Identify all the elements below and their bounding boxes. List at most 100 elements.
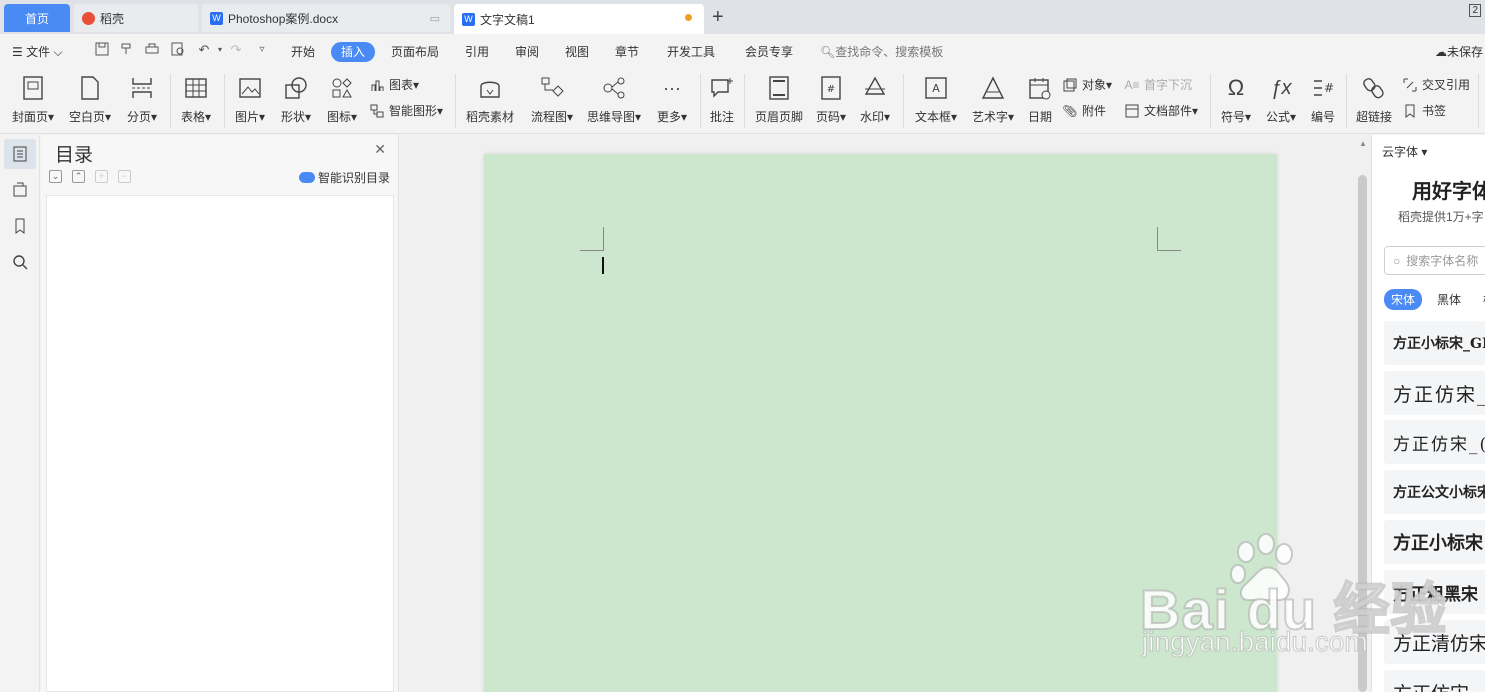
object-label: 对象 bbox=[1082, 78, 1107, 92]
tab-home[interactable]: 首页 bbox=[4, 4, 70, 32]
font-search-input[interactable]: ○ 搜索字体名称 bbox=[1384, 246, 1485, 275]
shape-button[interactable]: 形状▾ bbox=[278, 74, 314, 125]
scroll-thumb[interactable] bbox=[1358, 175, 1367, 692]
cover-page-button[interactable]: 封面页▾ bbox=[10, 74, 56, 125]
quick-access-more-icon[interactable]: ▿ bbox=[254, 42, 270, 58]
more-button[interactable]: ··· 更多▾ bbox=[654, 74, 690, 125]
header-footer-label: 页眉页脚 bbox=[754, 110, 803, 124]
menu-insert[interactable]: 插入 bbox=[331, 42, 375, 62]
find-icon[interactable] bbox=[4, 247, 36, 277]
font-search-placeholder: 搜索字体名称 bbox=[1406, 254, 1479, 268]
save-icon[interactable] bbox=[94, 42, 110, 58]
textbox-button[interactable]: A 文本框▾ bbox=[912, 74, 960, 125]
font-item[interactable]: 方正小标宋_GB bbox=[1384, 321, 1485, 365]
chapter-nav-icon[interactable] bbox=[4, 175, 36, 205]
cover-page-label: 封面页 bbox=[11, 110, 48, 124]
menu-section[interactable]: 章节 bbox=[615, 43, 639, 60]
cloud-save-status[interactable]: ☁未保存 bbox=[1435, 43, 1483, 60]
font-item[interactable]: 方正仿宋_( bbox=[1384, 420, 1485, 464]
cloud-font-dropdown[interactable]: 云字体 ▾ bbox=[1382, 143, 1427, 160]
font-tab-hei[interactable]: 黑体 bbox=[1430, 289, 1468, 310]
header-footer-button[interactable]: 页眉页脚 bbox=[754, 74, 804, 125]
blank-page-button[interactable]: 空白页▾ bbox=[67, 74, 113, 125]
font-item[interactable]: 方正仿宋_ bbox=[1384, 371, 1485, 415]
font-item[interactable]: 方正小标宋 bbox=[1384, 520, 1485, 564]
new-tab-button[interactable]: + bbox=[712, 6, 724, 28]
unsaved-dot-icon bbox=[685, 14, 692, 21]
numbering-label: 编号 bbox=[1310, 110, 1335, 124]
chart-button[interactable]: 图表 ▾ bbox=[369, 76, 419, 93]
scroll-up-icon[interactable]: ▲ bbox=[1359, 139, 1367, 148]
formula-button[interactable]: ƒx 公式▾ bbox=[1263, 74, 1299, 125]
font-item[interactable]: 方正清仿宋 bbox=[1384, 620, 1485, 664]
table-button[interactable]: 表格▾ bbox=[178, 74, 214, 125]
shape-icon bbox=[278, 74, 314, 102]
doc-parts-button[interactable]: 文档部件 ▾ bbox=[1124, 102, 1198, 119]
menu-start[interactable]: 开始 bbox=[291, 43, 315, 60]
menu-membership[interactable]: 会员专享 bbox=[745, 43, 793, 60]
numbering-button[interactable]: # 编号 bbox=[1308, 74, 1338, 125]
format-painter-icon[interactable] bbox=[118, 42, 134, 58]
print-icon[interactable] bbox=[144, 42, 160, 58]
blank-page-label: 空白页 bbox=[68, 110, 105, 124]
tab-home-label: 首页 bbox=[24, 11, 49, 26]
undo-icon[interactable]: ↶ bbox=[196, 42, 212, 58]
undo-dropdown-icon[interactable]: ▾ bbox=[212, 42, 228, 58]
font-item[interactable]: 方正仿宋 bbox=[1384, 670, 1485, 692]
daoke-material-button[interactable]: 稻壳素材 bbox=[464, 74, 516, 125]
remove-heading-icon[interactable]: − bbox=[118, 170, 131, 183]
tab-photoshop-doc[interactable]: W Photoshop案例.docx ▭ bbox=[202, 4, 450, 32]
wordart-button[interactable]: 艺术字▾ bbox=[969, 74, 1017, 125]
symbol-button[interactable]: Ω 符号▾ bbox=[1218, 74, 1254, 125]
menu-view[interactable]: 视图 bbox=[565, 43, 589, 60]
dropcap-button[interactable]: A≡ 首字下沉 bbox=[1124, 76, 1192, 93]
close-icon[interactable]: ✕ bbox=[374, 141, 386, 158]
cloud-font-panel: 云字体 ▾ 用好字体 稻壳提供1万+字 ○ 搜索字体名称 宋体 黑体 楷 方正小标… bbox=[1371, 135, 1485, 692]
menu-page-layout[interactable]: 页面布局 bbox=[391, 43, 439, 60]
window-count-badge[interactable]: 2 bbox=[1469, 4, 1481, 17]
icon-button[interactable]: 图标▾ bbox=[324, 74, 360, 125]
expand-icon[interactable]: ⌄ bbox=[49, 170, 62, 183]
flowchart-button[interactable]: 流程图▾ bbox=[528, 74, 576, 125]
tab-current-doc[interactable]: W 文字文稿1 bbox=[454, 4, 704, 34]
collapse-icon[interactable]: ⌃ bbox=[72, 170, 85, 183]
bookmark-button[interactable]: 书签 bbox=[1402, 102, 1446, 119]
watermark-button[interactable]: 水印▾ bbox=[857, 74, 893, 125]
vertical-scrollbar[interactable]: ▲ bbox=[1355, 135, 1371, 692]
menu-review[interactable]: 审阅 bbox=[515, 43, 539, 60]
bookmark-pane-icon[interactable] bbox=[4, 211, 36, 241]
page-number-button[interactable]: # 页码▾ bbox=[814, 74, 848, 125]
chart-icon bbox=[369, 77, 385, 93]
symbol-label: 符号 bbox=[1220, 110, 1245, 124]
outline-view-icon[interactable] bbox=[4, 139, 36, 169]
cross-reference-button[interactable]: 交叉引用 bbox=[1402, 76, 1470, 93]
font-item[interactable]: 方正粗黑宋 bbox=[1384, 570, 1485, 614]
attachment-button[interactable]: 📎︎ 附件 bbox=[1062, 102, 1106, 119]
document-page[interactable] bbox=[484, 154, 1277, 692]
icon-label: 图标 bbox=[326, 110, 351, 124]
tab-daoke[interactable]: 稻壳 bbox=[74, 4, 198, 32]
font-tab-kai[interactable]: 楷 bbox=[1476, 289, 1485, 310]
object-button[interactable]: 对象 ▾ bbox=[1062, 76, 1112, 93]
page-break-button[interactable]: 分页▾ bbox=[124, 74, 160, 125]
font-tab-song[interactable]: 宋体 bbox=[1384, 289, 1423, 310]
mindmap-button[interactable]: 思维导图▾ bbox=[585, 74, 643, 125]
add-heading-icon[interactable]: + bbox=[95, 170, 108, 183]
font-item[interactable]: 方正公文小标宋 bbox=[1384, 470, 1485, 514]
redo-icon[interactable]: ↷ bbox=[228, 42, 244, 58]
menu-references[interactable]: 引用 bbox=[465, 43, 489, 60]
menu-developer[interactable]: 开发工具 bbox=[667, 43, 715, 60]
file-menu[interactable]: ☰ 文件 ⌵ bbox=[12, 43, 63, 60]
picture-button[interactable]: 图片▾ bbox=[232, 74, 268, 125]
print-preview-icon[interactable] bbox=[170, 42, 186, 58]
table-icon bbox=[178, 74, 214, 102]
file-menu-label: 文件 bbox=[26, 45, 51, 59]
insert-ribbon: 封面页▾ 空白页▾ 分页▾ 表格▾ 图片▾ 形状▾ 图标▾ 图表 ▾ 智能图形 ▾ … bbox=[0, 68, 1485, 134]
date-button[interactable]: 日期 bbox=[1026, 74, 1054, 125]
smart-graphic-button[interactable]: 智能图形 ▾ bbox=[369, 102, 443, 119]
command-search[interactable]: 🔍︎查找命令、搜索模板 bbox=[820, 43, 943, 60]
hyperlink-button[interactable]: 超链接 bbox=[1354, 74, 1394, 125]
shape-label: 形状 bbox=[280, 110, 305, 124]
smart-toc-button[interactable]: 智能识别目录 bbox=[298, 169, 390, 186]
comment-button[interactable]: 批注 bbox=[707, 74, 737, 125]
